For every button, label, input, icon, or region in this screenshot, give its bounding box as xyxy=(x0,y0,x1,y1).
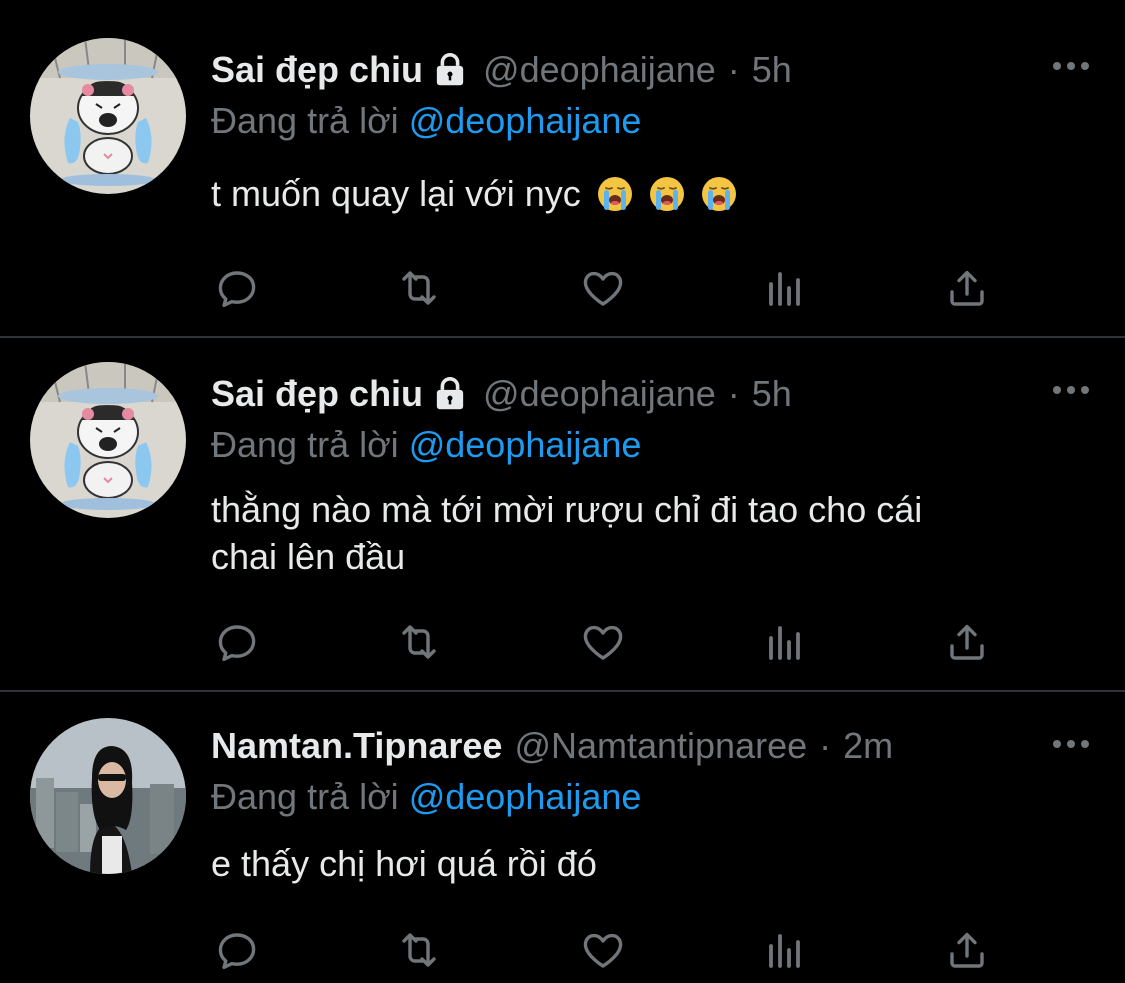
avatar[interactable] xyxy=(30,718,186,874)
display-name[interactable]: Sai đẹp chiu xyxy=(211,373,423,415)
share-button[interactable] xyxy=(941,926,993,974)
tweet-header: Sai đẹp chiu @deophaijane · 5h xyxy=(211,370,792,418)
retweet-icon xyxy=(395,618,443,666)
like-button[interactable] xyxy=(577,264,629,312)
timestamp[interactable]: 2m xyxy=(843,725,893,767)
lock-icon xyxy=(433,376,467,412)
views-button[interactable] xyxy=(759,264,811,312)
replying-to-label: Đang trả lời xyxy=(211,100,399,141)
like-icon xyxy=(579,264,627,312)
share-icon xyxy=(943,618,991,666)
timestamp[interactable]: 5h xyxy=(752,373,792,415)
retweet-button[interactable] xyxy=(393,926,445,974)
reply-icon xyxy=(213,926,261,974)
display-name[interactable]: Namtan.Tipnaree xyxy=(211,725,502,767)
like-button[interactable] xyxy=(577,926,629,974)
tweet-header: Sai đẹp chiu @deophaijane · 5h xyxy=(211,46,792,94)
separator-dot: · xyxy=(727,373,740,414)
tweet-feed: Sai đẹp chiu @deophaijane · 5h Đang trả … xyxy=(0,0,1125,983)
more-icon[interactable] xyxy=(1051,738,1091,750)
retweet-icon xyxy=(395,264,443,312)
action-bar xyxy=(211,264,1011,312)
reply-button[interactable] xyxy=(211,264,263,312)
replying-to: Đang trả lời @deophaijane xyxy=(211,776,641,818)
replying-to-label: Đang trả lời xyxy=(211,424,399,465)
views-button[interactable] xyxy=(759,926,811,974)
timestamp[interactable]: 5h xyxy=(752,49,792,91)
views-icon xyxy=(761,618,809,666)
display-name[interactable]: Sai đẹp chiu xyxy=(211,49,423,91)
action-bar xyxy=(211,618,1011,666)
loudly-crying-face-icon xyxy=(597,176,633,212)
like-icon xyxy=(579,618,627,666)
more-icon[interactable] xyxy=(1051,384,1091,396)
tweet[interactable]: Namtan.Tipnaree @Namtantipnaree · 2m Đan… xyxy=(0,692,1125,983)
avatar[interactable] xyxy=(30,362,186,518)
tweet-text-content: t muốn quay lại với nyc xyxy=(211,173,581,214)
replying-to: Đang trả lời @deophaijane xyxy=(211,100,641,142)
reply-button[interactable] xyxy=(211,926,263,974)
views-icon xyxy=(761,926,809,974)
tweet-text: e thấy chị hơi quá rồi đó xyxy=(211,840,1071,887)
cartoon-avatar-image xyxy=(30,362,186,518)
retweet-button[interactable] xyxy=(393,264,445,312)
separator-dot: · xyxy=(727,49,740,90)
share-icon xyxy=(943,926,991,974)
reply-button[interactable] xyxy=(211,618,263,666)
more-icon[interactable] xyxy=(1051,60,1091,72)
tweet-text: t muốn quay lại với nyc xyxy=(211,170,1071,217)
action-bar xyxy=(211,926,1011,974)
share-icon xyxy=(943,264,991,312)
like-button[interactable] xyxy=(577,618,629,666)
retweet-icon xyxy=(395,926,443,974)
share-button[interactable] xyxy=(941,618,993,666)
tweet[interactable]: Sai đẹp chiu @deophaijane · 5h Đang trả … xyxy=(0,0,1125,336)
tweet[interactable]: Sai đẹp chiu @deophaijane · 5h Đang trả … xyxy=(0,338,1125,690)
reply-icon xyxy=(213,618,261,666)
separator-dot: · xyxy=(819,725,832,766)
tweet-header: Namtan.Tipnaree @Namtantipnaree · 2m xyxy=(211,722,893,770)
replying-to: Đang trả lời @deophaijane xyxy=(211,424,641,466)
mention-link[interactable]: @deophaijane xyxy=(409,424,642,465)
user-handle[interactable]: @deophaijane xyxy=(483,373,716,415)
loudly-crying-face-icon xyxy=(701,176,737,212)
mention-link[interactable]: @deophaijane xyxy=(409,100,642,141)
tweet-text-line: thằng nào mà tới mời rượu chỉ đi tao cho… xyxy=(211,489,923,530)
views-button[interactable] xyxy=(759,618,811,666)
lock-icon xyxy=(433,52,467,88)
cartoon-avatar-image xyxy=(30,38,186,194)
reply-icon xyxy=(213,264,261,312)
tweet-text-content: e thấy chị hơi quá rồi đó xyxy=(211,843,597,884)
replying-to-label: Đang trả lời xyxy=(211,776,399,817)
avatar[interactable] xyxy=(30,38,186,194)
views-icon xyxy=(761,264,809,312)
tweet-text-line: chai lên đầu xyxy=(211,536,406,577)
like-icon xyxy=(579,926,627,974)
retweet-button[interactable] xyxy=(393,618,445,666)
user-handle[interactable]: @Namtantipnaree xyxy=(514,725,807,767)
user-handle[interactable]: @deophaijane xyxy=(483,49,716,91)
tweet-text: thằng nào mà tới mời rượu chỉ đi tao cho… xyxy=(211,486,1071,580)
loudly-crying-face-icon xyxy=(649,176,685,212)
share-button[interactable] xyxy=(941,264,993,312)
photo-avatar-image xyxy=(30,718,186,874)
mention-link[interactable]: @deophaijane xyxy=(409,776,642,817)
